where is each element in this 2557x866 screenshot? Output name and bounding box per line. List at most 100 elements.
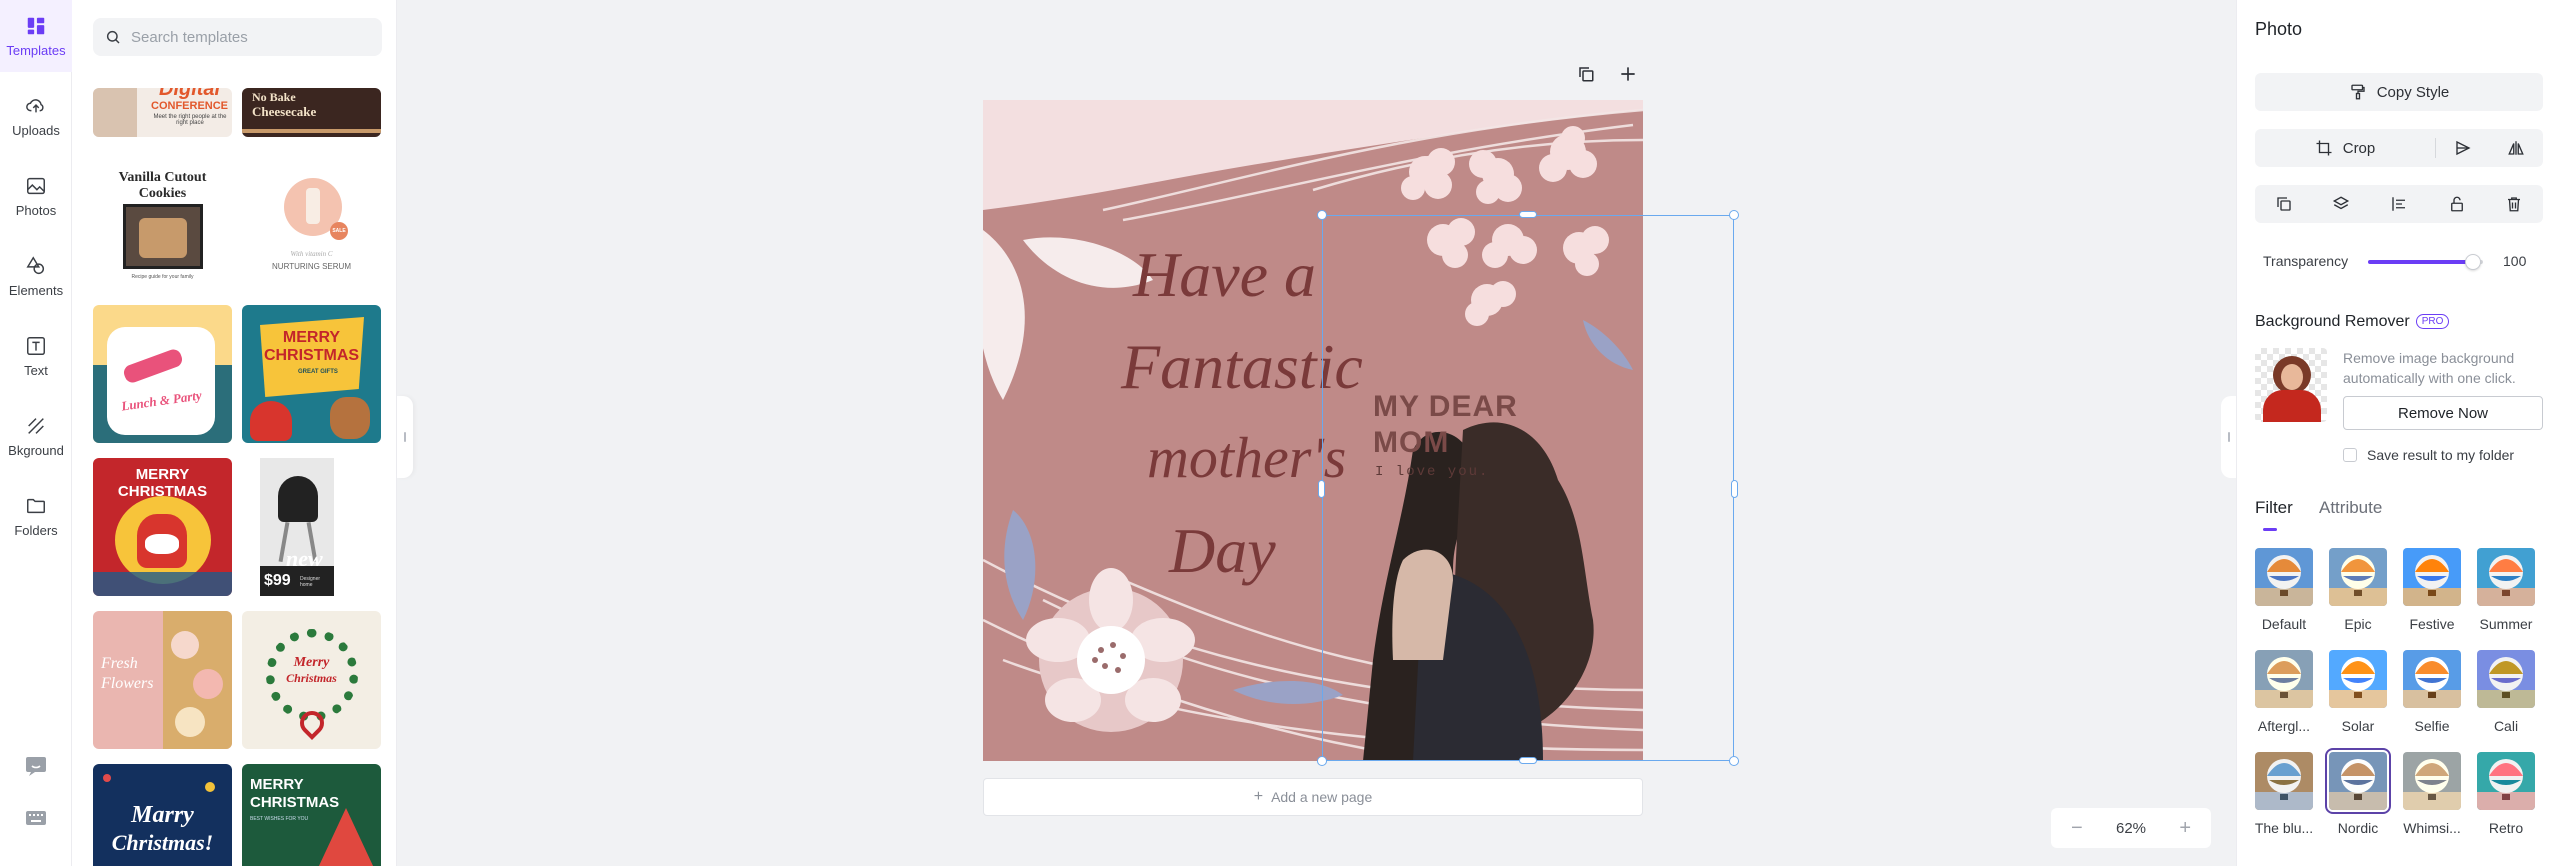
resize-handle[interactable] — [1318, 480, 1325, 498]
align-icon[interactable] — [2370, 185, 2428, 223]
filter-summer[interactable]: Summer — [2474, 548, 2538, 632]
collapse-templates-handle[interactable] — [397, 396, 413, 478]
filter-festive[interactable]: Festive — [2400, 548, 2464, 632]
template-subtitle: CONFERENCE — [151, 100, 229, 112]
filter-label: Summer — [2479, 616, 2533, 632]
tab-attribute[interactable]: Attribute — [2319, 498, 2382, 518]
template-title: Vanilla Cutout — [118, 170, 207, 185]
template-chair-sale[interactable]: new $99 Designer home — [242, 458, 381, 596]
collapse-properties-handle[interactable] — [2221, 396, 2237, 478]
filter-theblu[interactable]: The blu... — [2252, 752, 2316, 836]
rail-background[interactable]: Bkground — [0, 400, 72, 472]
rail-templates[interactable]: Templates — [0, 0, 72, 72]
layers-icon[interactable] — [2313, 185, 2371, 223]
flip-icon[interactable] — [2436, 129, 2490, 167]
remove-now-button[interactable]: Remove Now — [2343, 396, 2543, 430]
template-subtitle: Flowers — [101, 675, 154, 692]
template-fresh-flowers[interactable]: Fresh Flowers — [93, 611, 232, 749]
keyboard-icon[interactable] — [22, 804, 50, 832]
filter-nordic[interactable]: Nordic — [2325, 748, 2391, 836]
add-page-plus-icon[interactable] — [1614, 60, 1642, 88]
filter-solar[interactable]: Solar — [2326, 650, 2390, 734]
resize-handle[interactable] — [1317, 756, 1327, 766]
filter-epic[interactable]: Epic — [2326, 548, 2390, 632]
trash-icon[interactable] — [2485, 185, 2543, 223]
filter-thumbnail — [2329, 650, 2387, 708]
resize-handle[interactable] — [1729, 756, 1739, 766]
template-title: MERRY — [282, 329, 341, 346]
object-toolbar — [2255, 185, 2543, 223]
template-caption: Designer home — [300, 576, 321, 588]
mirror-icon[interactable] — [2490, 129, 2544, 167]
left-rail: Templates Uploads Photos Elements Text B… — [0, 0, 72, 866]
template-no-bake-cheesecake[interactable]: No Bake Cheesecake — [242, 88, 381, 137]
paint-roller-icon — [2351, 84, 2365, 100]
rail-label: Text — [24, 362, 48, 378]
transparency-value: 100 — [2503, 253, 2527, 269]
rail-text[interactable]: Text — [0, 320, 72, 392]
filter-thumbnail — [2477, 650, 2535, 708]
filter-label: The blu... — [2254, 820, 2314, 836]
rail-uploads[interactable]: Uploads — [0, 80, 72, 152]
search-input[interactable] — [131, 28, 371, 46]
zoom-out-button[interactable]: − — [2071, 817, 2083, 840]
filter-retro[interactable]: Retro — [2474, 752, 2538, 836]
filter-default[interactable]: Default — [2252, 548, 2316, 632]
template-digital-conference[interactable]: Digital CONFERENCE Meet the right people… — [93, 88, 232, 137]
crop-button[interactable]: Crop — [2255, 139, 2435, 157]
filter-aftergl[interactable]: Aftergl... — [2252, 650, 2316, 734]
filter-whimsi[interactable]: Whimsi... — [2400, 752, 2464, 836]
transparency-slider-knob[interactable] — [2465, 254, 2481, 270]
save-to-folder-checkbox[interactable] — [2343, 448, 2357, 462]
shapes-icon — [26, 255, 45, 274]
template-merry-christmas-gifts[interactable]: MERRY CHRISTMAS GREAT GIFTS — [242, 305, 381, 443]
transparency-slider-fill[interactable] — [2368, 260, 2473, 264]
copy-style-label: Copy Style — [2376, 83, 2450, 101]
zoom-in-button[interactable]: + — [2179, 817, 2191, 840]
duplicate-icon[interactable] — [2255, 185, 2313, 223]
search-box[interactable] — [93, 18, 382, 56]
feedback-icon[interactable] — [22, 752, 50, 780]
template-title: Fresh — [101, 655, 138, 672]
filter-thumbnail — [2477, 548, 2535, 606]
template-merry-christmas-green[interactable]: MERRY CHRISTMAS BEST WISHES FOR YOU — [242, 764, 381, 866]
duplicate-page-icon[interactable] — [1572, 60, 1600, 88]
zoom-value: 62% — [2115, 819, 2147, 837]
filter-label: Default — [2261, 616, 2307, 632]
resize-handle[interactable] — [1519, 757, 1537, 764]
template-subtitle: CHRISTMAS — [263, 347, 360, 364]
template-merry-christmas-wreath[interactable]: Merry Christmas — [242, 611, 381, 749]
template-subtitle: With vitamin C — [290, 250, 333, 258]
template-marry-christmas-blue[interactable]: Marry Christmas! — [93, 764, 232, 866]
rail-elements[interactable]: Elements — [0, 240, 72, 312]
selection-box[interactable] — [1322, 215, 1734, 761]
add-page-button[interactable]: + Add a new page — [983, 778, 1643, 816]
rail-folders[interactable]: Folders — [0, 480, 72, 552]
tab-filter[interactable]: Filter — [2255, 498, 2293, 518]
filter-thumbnail — [2403, 752, 2461, 810]
filter-cali[interactable]: Cali — [2474, 650, 2538, 734]
filter-thumbnail — [2403, 548, 2461, 606]
template-merry-christmas-santa[interactable]: MERRY CHRISTMAS — [93, 458, 232, 596]
filter-selfie[interactable]: Selfie — [2400, 650, 2464, 734]
rail-photos[interactable]: Photos — [0, 160, 72, 232]
resize-handle[interactable] — [1317, 210, 1327, 220]
bg-remover-preview — [2255, 348, 2327, 422]
rail-label: Uploads — [12, 122, 60, 138]
crop-label: Crop — [2342, 139, 2376, 157]
template-title: MERRY CHRISTMAS — [117, 466, 208, 500]
template-vanilla-cookies[interactable]: Vanilla Cutout Cookies Recipe guide for … — [93, 158, 232, 286]
template-subtitle: Christmas — [286, 671, 337, 685]
copy-style-button[interactable]: Copy Style — [2255, 73, 2543, 111]
lock-icon[interactable] — [2428, 185, 2486, 223]
bg-remover-desc-2: automatically with one click. — [2343, 370, 2516, 386]
template-lipstick[interactable]: Lunch & Party — [93, 305, 232, 443]
template-caption: Recipe guide for your family — [131, 274, 194, 280]
search-icon — [106, 30, 120, 44]
resize-handle[interactable] — [1731, 480, 1738, 498]
template-nurturing-serum[interactable]: SALE With vitamin C NURTURING SERUM — [242, 158, 381, 286]
template-title: Merry — [293, 655, 330, 670]
filter-thumbnail — [2403, 650, 2461, 708]
resize-handle[interactable] — [1519, 211, 1537, 218]
resize-handle[interactable] — [1729, 210, 1739, 220]
